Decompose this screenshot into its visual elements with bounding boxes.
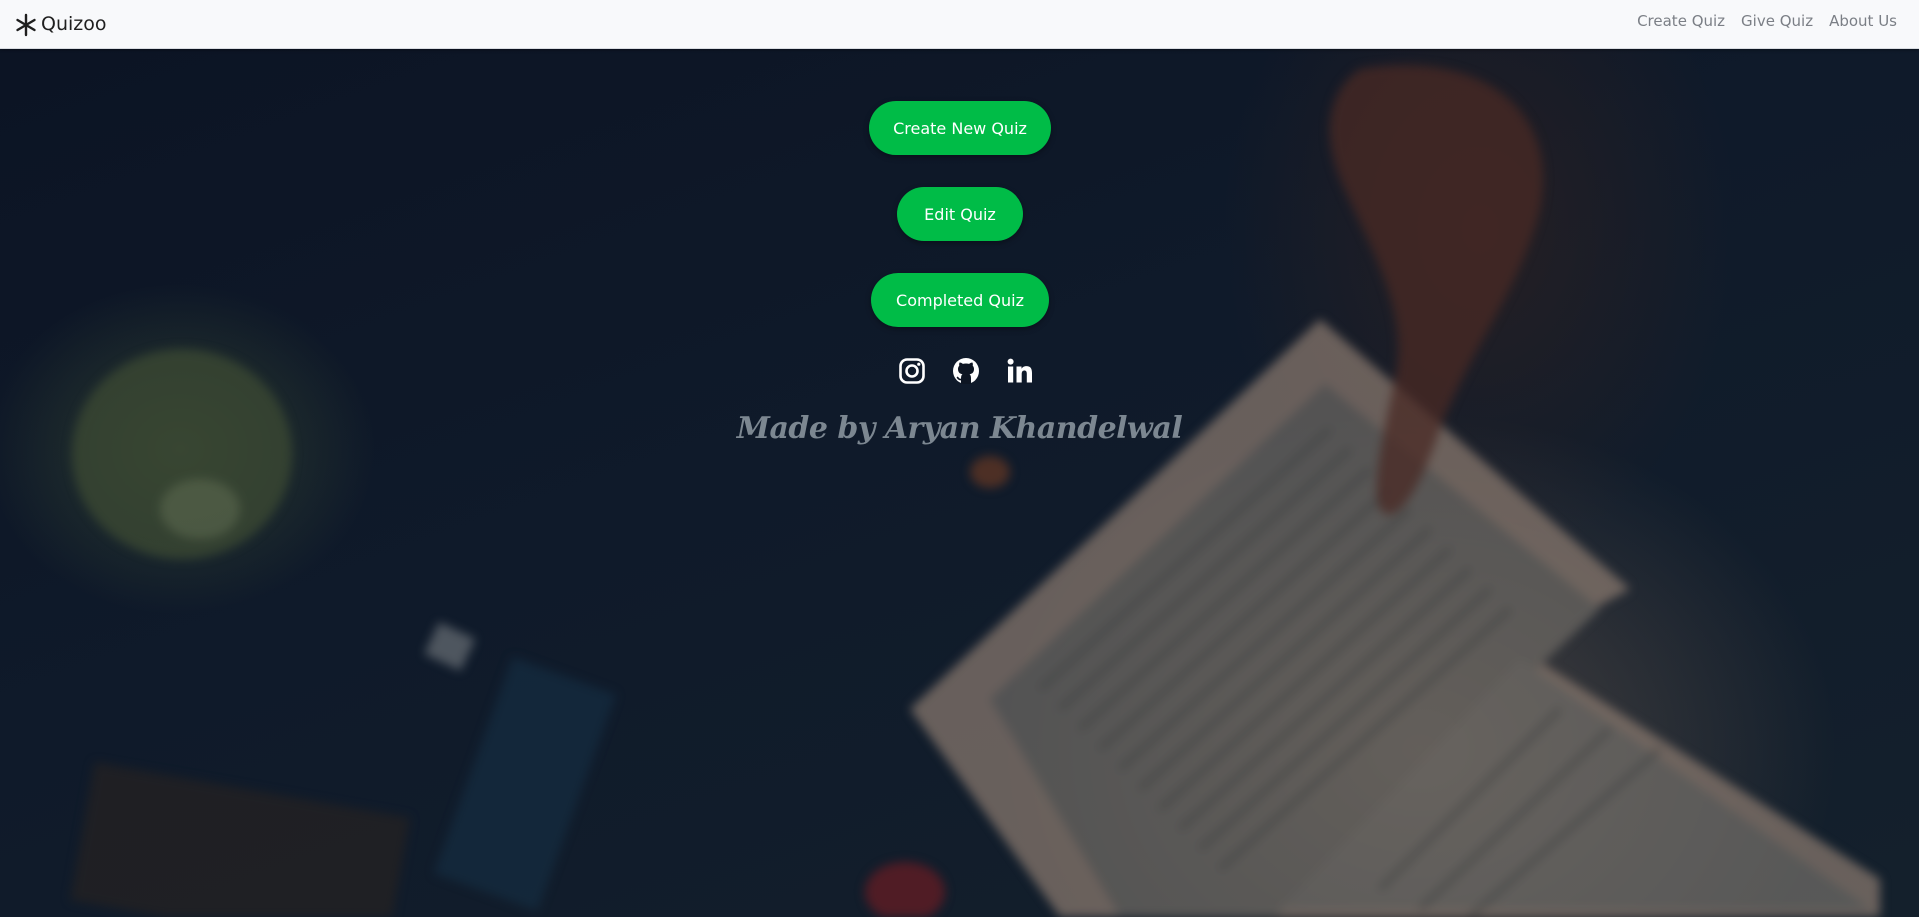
social-links [898, 357, 1034, 385]
brand-link[interactable]: Quizoo [14, 10, 107, 37]
nav-links: Create Quiz Give Quiz About Us [1637, 12, 1897, 30]
instagram-icon[interactable] [898, 357, 926, 385]
nav-link-create-quiz[interactable]: Create Quiz [1637, 12, 1725, 30]
brand-name: Quizoo [41, 12, 107, 35]
nav-link-about-us[interactable]: About Us [1829, 12, 1897, 30]
hero-content: Create New Quiz Edit Quiz Completed Quiz [0, 49, 1919, 917]
nav-link-give-quiz[interactable]: Give Quiz [1741, 12, 1813, 30]
top-navbar: Quizoo Create Quiz Give Quiz About Us [0, 0, 1919, 49]
completed-quiz-button[interactable]: Completed Quiz [871, 273, 1049, 327]
author-credit: Made by Aryan Khandelwal [736, 411, 1183, 446]
create-new-quiz-button[interactable]: Create New Quiz [869, 101, 1051, 155]
asterisk-icon [14, 13, 38, 37]
edit-quiz-button[interactable]: Edit Quiz [897, 187, 1023, 241]
hero-section: Create New Quiz Edit Quiz Completed Quiz [0, 49, 1919, 917]
linkedin-icon[interactable] [1006, 357, 1034, 385]
github-icon[interactable] [952, 357, 980, 385]
